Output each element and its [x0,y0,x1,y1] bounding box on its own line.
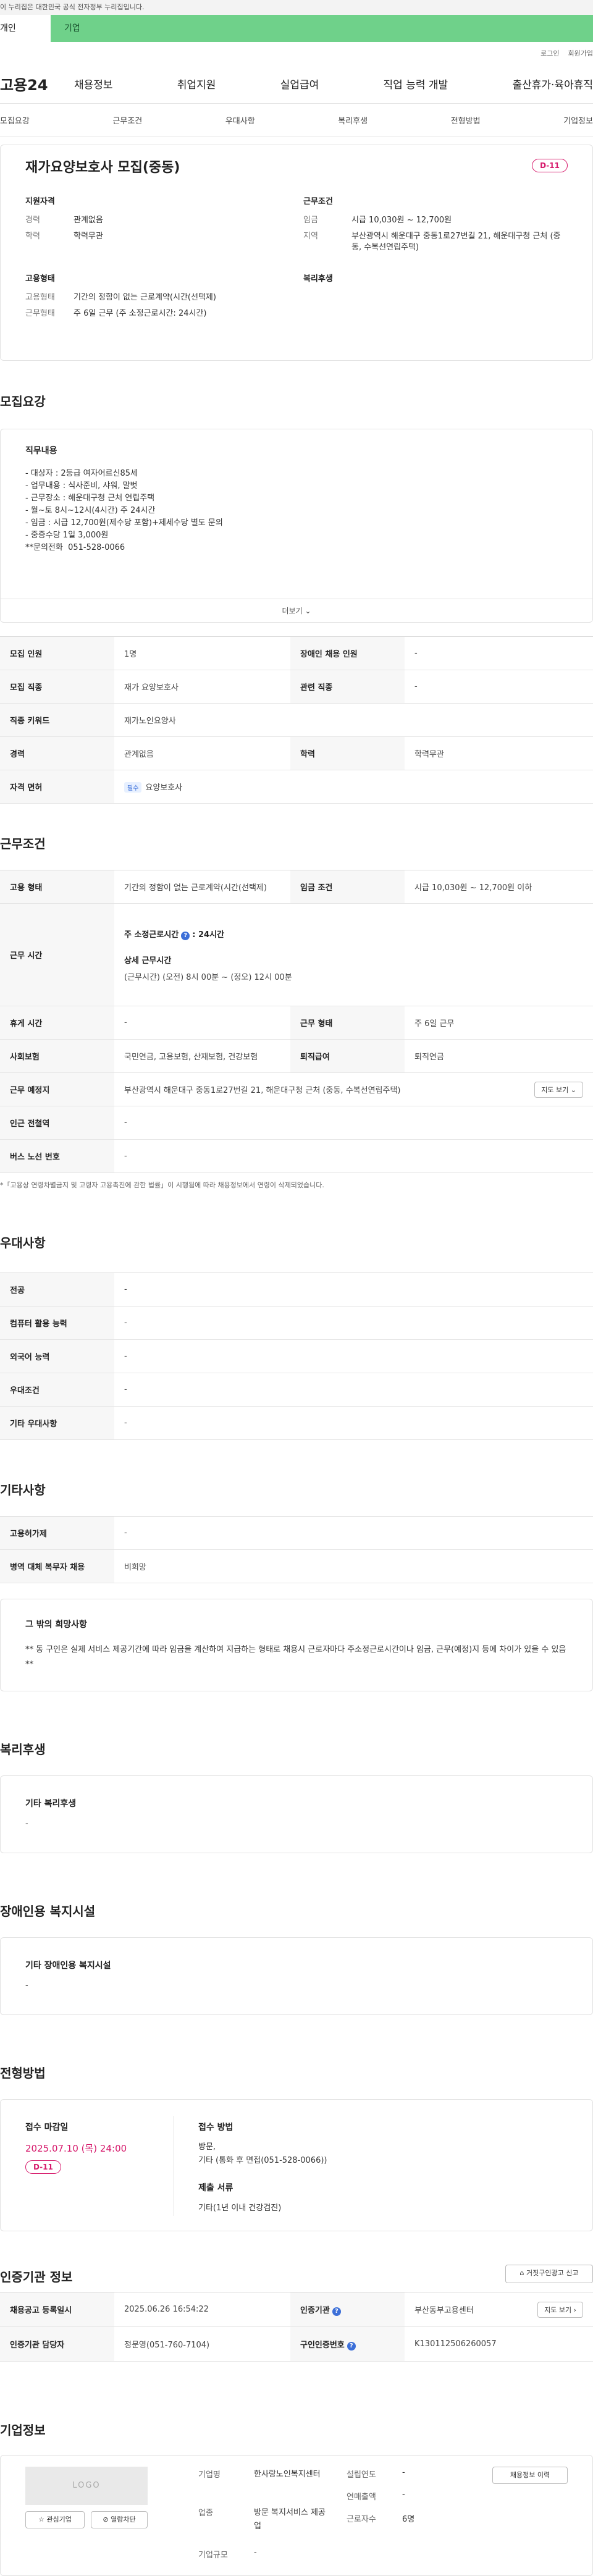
nav-unemployment-benefit[interactable]: 실업급여 [280,76,319,91]
main-nav: 고용24 채용정보 취업지원 실업급여 직업 능력 개발 출산휴가·육아휴직 [0,64,593,104]
nav-jobs[interactable]: 채용정보 [74,76,113,91]
recruit-table: 모집 인원 1명 장애인 채용 인원 - 모집 직종 재가 요양보호사 관련 직종 - 직종… [0,636,593,804]
block-view-button[interactable]: ⊘ 열람차단 [91,2511,148,2528]
dday-badge: D-11 [532,159,568,172]
site-logo[interactable]: 고용24 [0,73,74,95]
conditions-block: 근무조건 임금 시급 10,030원 ~ 12,700원 지역 부산광역시 해운대구… [303,197,561,252]
info-icon[interactable]: ? [347,2341,356,2351]
gov-banner: 이 누리집은 대한민국 공식 전자정부 누리집입니다. [0,0,593,15]
disability-box: 기타 장애인용 복지시설 - [0,1937,593,2015]
recruit-section-title: 모집요강 [0,394,46,409]
block-icon: ⊘ [103,2515,109,2523]
work-table: 고용 형태 기간의 정함이 없는 근로계약(시간(선택제) 임금 조건 시급 10,0… [0,870,593,1173]
work-section-title: 근무조건 [0,836,46,851]
info-icon[interactable]: ? [181,931,190,940]
subnav-selection[interactable]: 전형방법 [451,114,481,126]
star-icon: ☆ [38,2515,44,2523]
company-logo: LOGO [25,2467,148,2505]
deadline-dday-badge: D-11 [25,2160,61,2174]
nav-skills[interactable]: 직업 능력 개발 [384,76,448,91]
content-area: 모집요강 직무내용 - 대상자 : 2등급 여자어르신85세 - 업무내용 : … [0,361,593,2455]
pref-section-title: 우대사항 [0,1235,46,1250]
employment-block: 고용형태 고용형태 기간의 정함이 없는 근로계약(시간(선택제) 근무형태 주 6… [25,274,216,318]
job-title: 재가요양보호사 모집(중동) [25,160,180,175]
report-fake-ad-button[interactable]: ⌂ 거짓구인광고 신고 [505,2265,593,2283]
cert-table: 채용공고 등록일시 2025.06.26 16:54:22 인증기관? 부산동부고용센… [0,2292,593,2362]
subnav-company[interactable]: 기업정보 [563,114,593,126]
selection-section-title: 전형방법 [0,2066,46,2081]
hiring-history-button[interactable]: 채용정보 이력 [492,2467,568,2484]
pref-table: 전공 - 컴퓨터 활용 능력 - 외국어 능력 - 우대조건 - 기타 우대사항 - [0,1273,593,1440]
welfare-box: 기타 복리후생 - [0,1775,593,1853]
job-summary-card: 재가요양보호사 모집(중동) D-11 지원자격 경력 관계없음 학력 학력무관 근… [0,145,593,361]
nav-employment-support[interactable]: 취업지원 [177,76,216,91]
more-button[interactable]: 더보기 ⌄ [1,599,592,622]
selection-box: 접수 마감일 2025.07.10 (목) 24:00 D-11 접수 방법 방… [0,2099,593,2231]
house-icon: ⌂ [519,2269,524,2277]
age-notice: *「고용상 연령차별금지 및 고령자 고용촉진에 관한 법률」이 시행됨에 따라… [0,1181,324,1189]
job-description-box: 직무내용 - 대상자 : 2등급 여자어르신85세 - 업무내용 : 식사준비,… [0,429,593,623]
etc-wish-box: 그 밖의 희망사항 ** 동 구인은 실제 서비스 제공기간에 따라 임금을 계… [0,1599,593,1691]
welfare-block: 복리후생 [303,274,333,284]
etc-table: 고용허가제 - 병역 대체 복무자 채용 비희망 [0,1516,593,1583]
login-link[interactable]: 로그인 [540,48,559,58]
util-links: 로그인 회원가입 [0,42,593,64]
etc-section-title: 기타사항 [0,1483,46,1497]
map-button[interactable]: 지도 보기 ⌄ [534,1081,583,1098]
subnav-pref[interactable]: 우대사항 [225,114,255,126]
subnav-work[interactable]: 근무조건 [112,114,142,126]
disability-section-title: 장애인용 복지시설 [0,1904,96,1919]
section-subnav: 모집요강 근무조건 우대사항 복리후생 전형방법 기업정보 [0,104,593,137]
chevron-down-icon: ⌄ [305,607,311,615]
cert-map-button[interactable]: 지도 보기 › [537,2301,583,2318]
required-badge: 필수 [124,782,142,793]
cert-section-title: 인증기관 정보 [0,2270,73,2284]
subnav-welfare[interactable]: 복리후생 [338,114,368,126]
subnav-recruit[interactable]: 모집요강 [0,114,30,126]
nav-leave[interactable]: 출산휴가·육아휴직 [512,76,593,91]
signup-link[interactable]: 회원가입 [568,48,593,58]
user-type-tabs: 개인 기업 [0,15,593,42]
tab-personal[interactable]: 개인 [0,15,51,42]
favorite-company-button[interactable]: ☆ 관심기업 [25,2511,85,2528]
info-icon[interactable]: ? [332,2307,341,2316]
welfare-section-title: 복리후생 [0,1742,46,1757]
tab-company[interactable]: 기업 [51,15,593,42]
company-box: LOGO ☆ 관심기업 ⊘ 열람차단 기업명 한사랑노인복지센터 업종 방문 복… [0,2455,593,2576]
company-section-title: 기업정보 [0,2423,46,2438]
qualification-block: 지원자격 경력 관계없음 학력 학력무관 [25,197,103,241]
